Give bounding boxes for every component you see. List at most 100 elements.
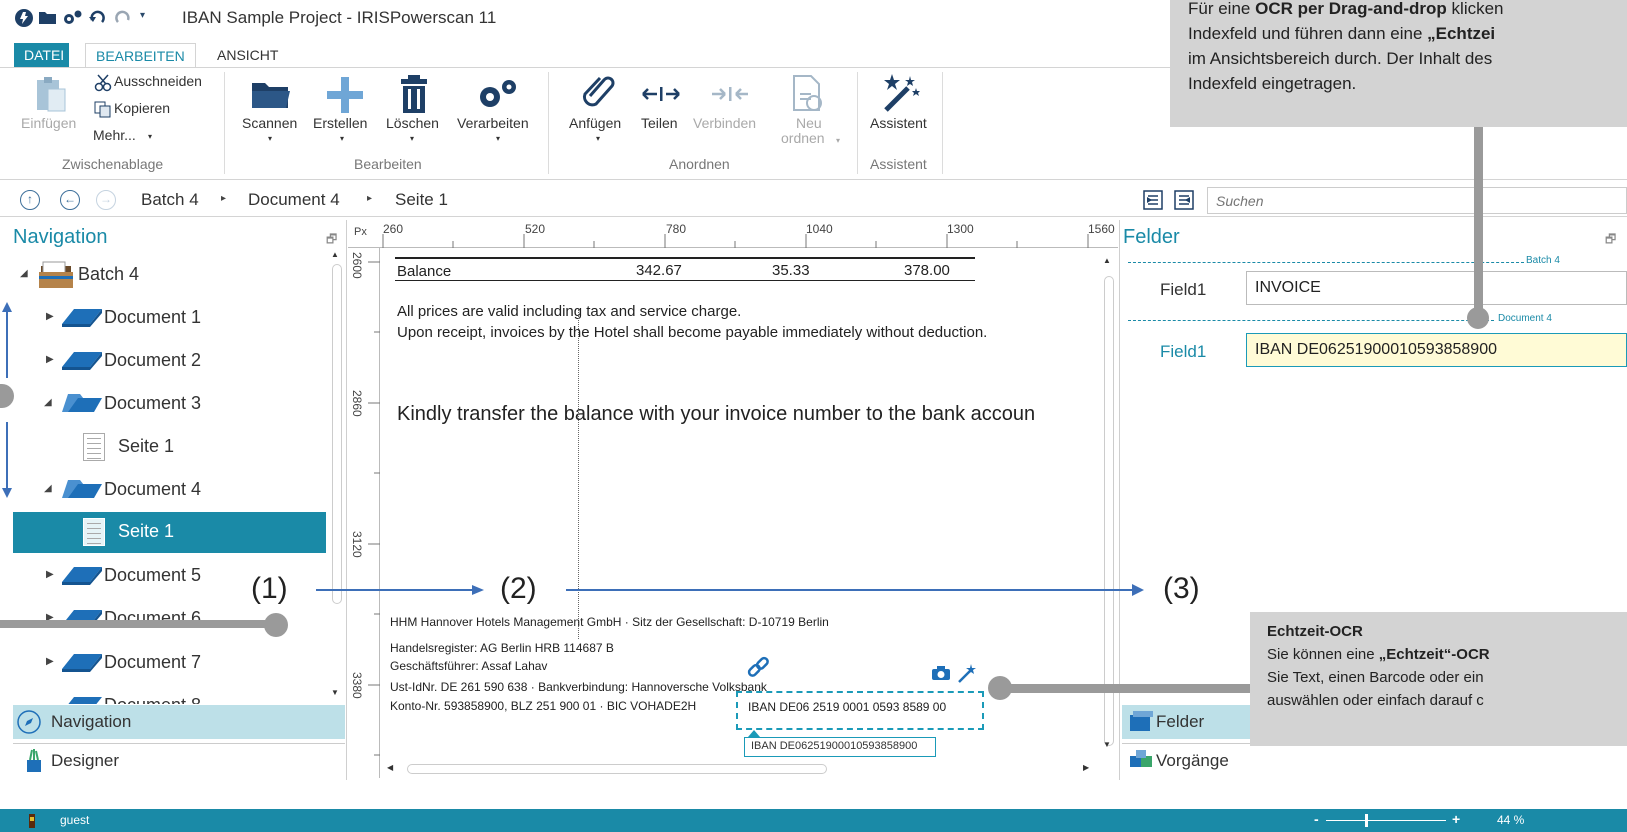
expand-panel-icon[interactable] — [1174, 190, 1194, 213]
breadcrumb-batch[interactable]: Batch 4 — [141, 190, 199, 210]
bottom-tab-designer[interactable]: Designer — [13, 743, 345, 777]
callout-anchor-dot — [1467, 307, 1489, 329]
level-divider — [1128, 320, 1494, 321]
zoom-slider-thumb[interactable] — [1365, 814, 1368, 827]
field-label: Field1 — [1160, 280, 1207, 299]
scrollbar-thumb[interactable] — [1104, 276, 1114, 746]
pin-icon[interactable]: 🗗 — [1605, 230, 1616, 251]
tab-bearbeiten[interactable]: BEARBEITEN — [85, 43, 196, 68]
settings-icon[interactable] — [62, 8, 84, 31]
zoom-in-button[interactable]: + — [1452, 811, 1460, 827]
more-button[interactable]: Mehr... — [93, 127, 136, 143]
bottom-tab-label: Felder — [1156, 712, 1205, 731]
bottom-tab-navigation[interactable]: Navigation — [13, 705, 345, 739]
scroll-up-icon[interactable]: ▲ — [1103, 256, 1111, 265]
doc-text-line: Upon receipt, invoices by the Hotel shal… — [397, 324, 988, 341]
doc-balance-value: 378.00 — [904, 262, 950, 279]
delete-button[interactable]: Löschen — [386, 115, 439, 131]
scroll-down-icon[interactable]: ▼ — [331, 688, 339, 697]
attach-button[interactable]: Anfügen — [569, 115, 621, 131]
field-input-document[interactable]: IBAN DE06251900010593858900 — [1246, 333, 1627, 367]
search-input[interactable] — [1207, 187, 1627, 214]
ocr-result-text: IBAN DE06251900010593858900 — [751, 740, 918, 752]
expand-arrow-icon[interactable]: ▶ — [46, 656, 54, 667]
reorder-button-line1[interactable]: Neu — [796, 116, 822, 131]
scrollbar-thumb[interactable] — [407, 764, 827, 774]
scroll-down-icon[interactable]: ▼ — [1103, 740, 1111, 749]
zoom-out-button[interactable]: - — [1314, 811, 1319, 827]
tab-datei[interactable]: DATEI — [14, 43, 69, 67]
copy-button[interactable]: Kopieren — [114, 100, 170, 116]
tree-item-page[interactable]: Seite 1 — [13, 427, 326, 467]
scroll-left-icon[interactable]: ◀ — [387, 763, 393, 772]
forward-button[interactable]: → — [96, 190, 116, 210]
collapse-arrow-icon[interactable]: ◢ — [44, 483, 52, 494]
collapse-panel-icon[interactable] — [1143, 190, 1163, 213]
scroll-right-icon[interactable]: ▶ — [1083, 763, 1089, 772]
paste-icon[interactable] — [34, 75, 68, 118]
scrollbar-thumb[interactable] — [332, 264, 342, 604]
ruler-tick-label: 3380 — [350, 672, 364, 699]
reorder-button-line2[interactable]: ordnen — [781, 131, 825, 146]
collapse-arrow-icon[interactable]: ◢ — [44, 397, 52, 408]
ocr-result-tooltip: IBAN DE06251900010593858900 — [744, 737, 936, 757]
ruler-ticks — [368, 261, 380, 756]
magic-wand-icon — [882, 72, 924, 117]
split-button[interactable]: Teilen — [641, 115, 678, 131]
cut-button[interactable]: Ausschneiden — [114, 73, 202, 89]
group-label-edit: Bearbeiten — [354, 156, 422, 172]
expand-arrow-icon[interactable]: ▶ — [46, 311, 54, 322]
scan-button[interactable]: Scannen — [242, 115, 297, 131]
redo-icon[interactable] — [112, 8, 132, 31]
expand-arrow-icon[interactable]: ▶ — [46, 354, 54, 365]
breadcrumb-page[interactable]: Seite 1 — [395, 190, 448, 210]
process-button[interactable]: Verarbeiten — [457, 115, 529, 131]
tree-item-document[interactable]: ▶ Document 7 — [13, 643, 326, 683]
breadcrumb-document[interactable]: Document 4 — [248, 190, 340, 210]
tree-item-document[interactable]: ▶ Document 1 — [13, 298, 326, 338]
bottom-tab-processes[interactable]: Vorgänge — [1122, 743, 1627, 777]
quick-access-dropdown-icon[interactable]: ▾ — [140, 10, 145, 21]
window-title: IBAN Sample Project - IRISPowerscan 11 — [182, 8, 497, 27]
panel-divider — [1119, 220, 1120, 780]
merge-button[interactable]: Verbinden — [693, 115, 756, 131]
status-user: guest — [60, 813, 90, 827]
tab-ansicht[interactable]: ANSICHT — [207, 43, 288, 67]
assistant-button[interactable]: Assistent — [870, 115, 927, 131]
scroll-up-icon[interactable]: ▲ — [331, 250, 339, 259]
tree-item-page-selected[interactable]: Seite 1 — [13, 512, 326, 553]
tree-item-document[interactable]: ▶ Document 2 — [13, 341, 326, 381]
tree-item-document[interactable]: Document 8 — [13, 686, 326, 704]
field-input-batch[interactable]: INVOICE — [1246, 271, 1627, 305]
ruler-tick-label: 2860 — [350, 390, 364, 417]
navigation-scrollbar[interactable]: ▲ ▼ — [330, 250, 344, 702]
viewer-horizontal-scrollbar[interactable]: ◀ ▶ — [381, 762, 1101, 776]
callout-anchor-dot — [264, 613, 288, 637]
page-icon — [83, 518, 105, 546]
tree-item-batch[interactable]: ◢ Batch 4 — [13, 255, 326, 295]
callout-anchor-dot — [988, 676, 1012, 700]
undo-icon[interactable] — [88, 8, 108, 31]
paste-button[interactable]: Einfügen — [21, 115, 76, 131]
callout-drag-drop-ocr: Für eine OCR per Drag-and-drop klicken I… — [1170, 0, 1627, 127]
tree-item-document[interactable]: ◢ Document 4 — [13, 470, 326, 510]
up-button[interactable]: ↑ — [20, 190, 40, 210]
page-icon — [83, 433, 105, 461]
create-button[interactable]: Erstellen — [313, 115, 367, 131]
doc-footer-line: Handelsregister: AG Berlin HRB 114687 B — [390, 641, 614, 655]
expand-arrow-icon[interactable]: ▶ — [46, 569, 54, 580]
scan-dropdown-icon: ▾ — [268, 134, 273, 143]
camera-icon[interactable] — [931, 665, 951, 684]
doc-balance-label: Balance — [397, 263, 452, 280]
copy-icon — [94, 101, 112, 121]
ruler-unit: Px — [354, 226, 367, 238]
tree-item-document[interactable]: ◢ Document 3 — [13, 384, 326, 424]
zoom-slider-track[interactable] — [1326, 820, 1446, 821]
back-button[interactable]: ← — [60, 190, 80, 210]
wand-icon[interactable] — [957, 662, 979, 687]
viewer-vertical-scrollbar[interactable]: ▲ ▼ — [1102, 256, 1116, 758]
open-folder-icon[interactable] — [38, 8, 58, 31]
pin-icon[interactable]: 🗗 — [326, 230, 337, 251]
collapse-arrow-icon[interactable]: ◢ — [20, 268, 28, 279]
link-icon[interactable] — [745, 655, 771, 684]
